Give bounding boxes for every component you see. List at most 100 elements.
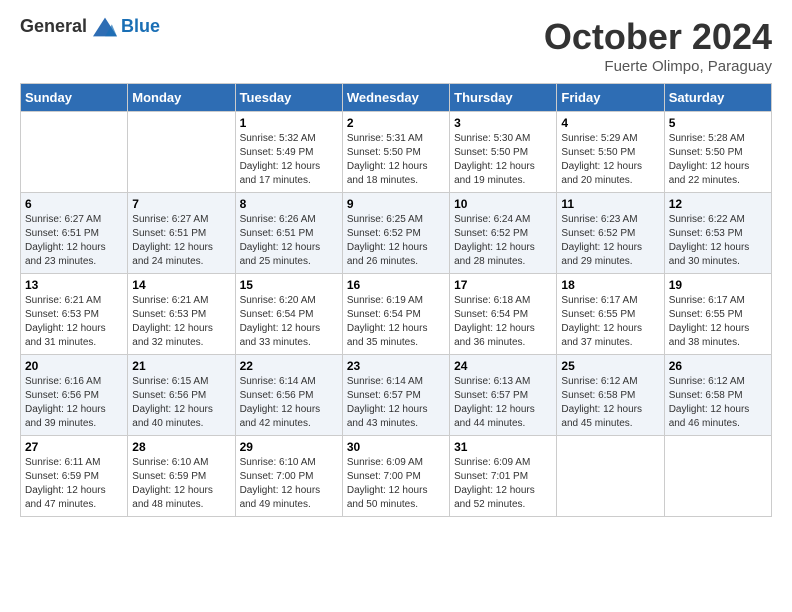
day-number: 24 xyxy=(454,359,552,373)
day-info: Sunrise: 6:12 AMSunset: 6:58 PMDaylight:… xyxy=(669,375,767,431)
day-info: Sunrise: 6:10 AMSunset: 7:00 PMDaylight:… xyxy=(240,456,338,512)
day-number: 14 xyxy=(132,278,230,292)
day-number: 11 xyxy=(561,197,659,211)
day-cell: 15 Sunrise: 6:20 AMSunset: 6:54 PMDayligh… xyxy=(235,274,342,355)
day-info: Sunrise: 6:14 AMSunset: 6:57 PMDaylight:… xyxy=(347,375,445,431)
day-number: 23 xyxy=(347,359,445,373)
day-cell: 25 Sunrise: 6:12 AMSunset: 6:58 PMDayligh… xyxy=(557,355,664,436)
day-cell: 11 Sunrise: 6:23 AMSunset: 6:52 PMDayligh… xyxy=(557,193,664,274)
day-cell: 2 Sunrise: 5:31 AMSunset: 5:50 PMDaylight… xyxy=(342,112,449,193)
day-cell: 23 Sunrise: 6:14 AMSunset: 6:57 PMDayligh… xyxy=(342,355,449,436)
day-cell: 20Sunrise: 6:16 AMSunset: 6:56 PMDayligh… xyxy=(21,355,128,436)
day-cell xyxy=(128,112,235,193)
day-cell: 27 Sunrise: 6:11 AMSunset: 6:59 PMDayligh… xyxy=(21,436,128,517)
day-number: 30 xyxy=(347,440,445,454)
day-info: Sunrise: 6:21 AMSunset: 6:53 PMDaylight:… xyxy=(132,294,230,350)
weekday-header-tuesday: Tuesday xyxy=(235,84,342,112)
day-info: Sunrise: 6:21 AMSunset: 6:53 PMDaylight:… xyxy=(25,294,123,350)
day-number: 10 xyxy=(454,197,552,211)
day-number: 17 xyxy=(454,278,552,292)
day-info: Sunrise: 5:30 AMSunset: 5:50 PMDaylight:… xyxy=(454,132,552,188)
day-info: Sunrise: 6:13 AMSunset: 6:57 PMDaylight:… xyxy=(454,375,552,431)
day-number: 21 xyxy=(132,359,230,373)
week-row-5: 27 Sunrise: 6:11 AMSunset: 6:59 PMDayligh… xyxy=(21,436,772,517)
day-cell: 12Sunrise: 6:22 AMSunset: 6:53 PMDayligh… xyxy=(664,193,771,274)
day-info: Sunrise: 5:29 AMSunset: 5:50 PMDaylight:… xyxy=(561,132,659,188)
day-cell: 19Sunrise: 6:17 AMSunset: 6:55 PMDayligh… xyxy=(664,274,771,355)
day-number: 9 xyxy=(347,197,445,211)
day-cell: 3 Sunrise: 5:30 AMSunset: 5:50 PMDaylight… xyxy=(450,112,557,193)
day-cell: 13Sunrise: 6:21 AMSunset: 6:53 PMDayligh… xyxy=(21,274,128,355)
day-cell: 7 Sunrise: 6:27 AMSunset: 6:51 PMDaylight… xyxy=(128,193,235,274)
day-info: Sunrise: 6:25 AMSunset: 6:52 PMDaylight:… xyxy=(347,213,445,269)
day-cell: 31 Sunrise: 6:09 AMSunset: 7:01 PMDayligh… xyxy=(450,436,557,517)
day-cell: 26 Sunrise: 6:12 AMSunset: 6:58 PMDayligh… xyxy=(664,355,771,436)
day-number: 3 xyxy=(454,116,552,130)
logo-blue: Blue xyxy=(121,16,160,37)
day-cell: 17 Sunrise: 6:18 AMSunset: 6:54 PMDayligh… xyxy=(450,274,557,355)
logo: General Blue xyxy=(20,16,160,37)
day-number: 25 xyxy=(561,359,659,373)
day-info: Sunrise: 6:18 AMSunset: 6:54 PMDaylight:… xyxy=(454,294,552,350)
day-cell: 14 Sunrise: 6:21 AMSunset: 6:53 PMDayligh… xyxy=(128,274,235,355)
day-info: Sunrise: 6:16 AMSunset: 6:56 PMDaylight:… xyxy=(25,375,123,431)
day-info: Sunrise: 6:15 AMSunset: 6:56 PMDaylight:… xyxy=(132,375,230,431)
day-cell: 1Sunrise: 5:32 AMSunset: 5:49 PMDaylight… xyxy=(235,112,342,193)
day-number: 12 xyxy=(669,197,767,211)
title-block: October 2024 Fuerte Olimpo, Paraguay xyxy=(544,16,772,75)
day-info: Sunrise: 5:31 AMSunset: 5:50 PMDaylight:… xyxy=(347,132,445,188)
day-info: Sunrise: 6:12 AMSunset: 6:58 PMDaylight:… xyxy=(561,375,659,431)
calendar-container: General Blue October 2024 Fuerte Olimpo,… xyxy=(0,0,792,537)
day-number: 8 xyxy=(240,197,338,211)
day-number: 6 xyxy=(25,197,123,211)
weekday-header-row: SundayMondayTuesdayWednesdayThursdayFrid… xyxy=(21,84,772,112)
month-title: October 2024 xyxy=(544,16,772,58)
week-row-2: 6 Sunrise: 6:27 AMSunset: 6:51 PMDaylight… xyxy=(21,193,772,274)
day-info: Sunrise: 6:17 AMSunset: 6:55 PMDaylight:… xyxy=(561,294,659,350)
weekday-header-sunday: Sunday xyxy=(21,84,128,112)
week-row-3: 13Sunrise: 6:21 AMSunset: 6:53 PMDayligh… xyxy=(21,274,772,355)
day-cell: 16 Sunrise: 6:19 AMSunset: 6:54 PMDayligh… xyxy=(342,274,449,355)
day-info: Sunrise: 6:20 AMSunset: 6:54 PMDaylight:… xyxy=(240,294,338,350)
day-number: 29 xyxy=(240,440,338,454)
day-number: 18 xyxy=(561,278,659,292)
location: Fuerte Olimpo, Paraguay xyxy=(544,58,772,75)
day-number: 19 xyxy=(669,278,767,292)
day-number: 7 xyxy=(132,197,230,211)
weekday-header-saturday: Saturday xyxy=(664,84,771,112)
day-number: 27 xyxy=(25,440,123,454)
day-info: Sunrise: 5:28 AMSunset: 5:50 PMDaylight:… xyxy=(669,132,767,188)
day-number: 5 xyxy=(669,116,767,130)
day-cell: 21 Sunrise: 6:15 AMSunset: 6:56 PMDayligh… xyxy=(128,355,235,436)
logo-general: General xyxy=(20,16,87,37)
day-cell: 9 Sunrise: 6:25 AMSunset: 6:52 PMDaylight… xyxy=(342,193,449,274)
day-number: 4 xyxy=(561,116,659,130)
day-cell: 5 Sunrise: 5:28 AMSunset: 5:50 PMDaylight… xyxy=(664,112,771,193)
day-number: 26 xyxy=(669,359,767,373)
day-info: Sunrise: 6:14 AMSunset: 6:56 PMDaylight:… xyxy=(240,375,338,431)
day-number: 31 xyxy=(454,440,552,454)
day-number: 2 xyxy=(347,116,445,130)
weekday-header-monday: Monday xyxy=(128,84,235,112)
day-info: Sunrise: 6:23 AMSunset: 6:52 PMDaylight:… xyxy=(561,213,659,269)
day-info: Sunrise: 6:27 AMSunset: 6:51 PMDaylight:… xyxy=(25,213,123,269)
day-info: Sunrise: 6:09 AMSunset: 7:01 PMDaylight:… xyxy=(454,456,552,512)
day-info: Sunrise: 6:24 AMSunset: 6:52 PMDaylight:… xyxy=(454,213,552,269)
day-cell xyxy=(21,112,128,193)
week-row-1: 1Sunrise: 5:32 AMSunset: 5:49 PMDaylight… xyxy=(21,112,772,193)
day-cell: 18 Sunrise: 6:17 AMSunset: 6:55 PMDayligh… xyxy=(557,274,664,355)
day-info: Sunrise: 5:32 AMSunset: 5:49 PMDaylight:… xyxy=(240,132,338,188)
day-cell: 4 Sunrise: 5:29 AMSunset: 5:50 PMDaylight… xyxy=(557,112,664,193)
week-row-4: 20Sunrise: 6:16 AMSunset: 6:56 PMDayligh… xyxy=(21,355,772,436)
day-cell: 8Sunrise: 6:26 AMSunset: 6:51 PMDaylight… xyxy=(235,193,342,274)
day-number: 16 xyxy=(347,278,445,292)
day-cell: 28Sunrise: 6:10 AMSunset: 6:59 PMDayligh… xyxy=(128,436,235,517)
weekday-header-thursday: Thursday xyxy=(450,84,557,112)
day-number: 22 xyxy=(240,359,338,373)
day-number: 15 xyxy=(240,278,338,292)
day-info: Sunrise: 6:19 AMSunset: 6:54 PMDaylight:… xyxy=(347,294,445,350)
day-info: Sunrise: 6:27 AMSunset: 6:51 PMDaylight:… xyxy=(132,213,230,269)
day-cell xyxy=(557,436,664,517)
day-info: Sunrise: 6:11 AMSunset: 6:59 PMDaylight:… xyxy=(25,456,123,512)
weekday-header-friday: Friday xyxy=(557,84,664,112)
